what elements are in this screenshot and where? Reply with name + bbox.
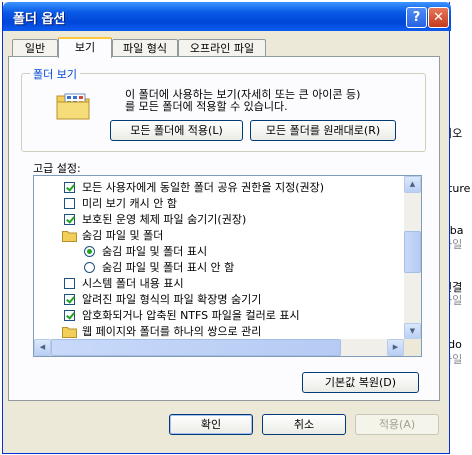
list-item-label: 미리 보기 캐시 안 함	[82, 197, 177, 210]
horizontal-scroll-thumb[interactable]	[51, 339, 341, 356]
description-line: 를 모든 폴더에 적용할 수 있습니다.	[125, 100, 288, 113]
folder-icon	[62, 231, 77, 242]
folder-view-icon	[56, 93, 90, 120]
checkbox[interactable]	[64, 182, 75, 193]
tab-offline-files[interactable]: 오프라인 파일	[178, 39, 266, 57]
checkbox[interactable]	[64, 278, 75, 289]
vertical-scroll-thumb[interactable]	[404, 231, 421, 273]
apply-to-all-folders-button[interactable]: 모든 폴더에 적용(L)	[110, 120, 243, 141]
list-group-label: 숨김 파일 및 폴더	[82, 229, 164, 242]
list-item-label: 시스템 폴더 내용 표시	[82, 277, 184, 290]
horizontal-scrollbar[interactable]: ◀ ▶	[34, 339, 404, 356]
list-group-label: 웹 페이지와 폴더를 하나의 쌍으로 관리	[82, 325, 262, 338]
list-item-label: 암호화되거나 압축된 NTFS 파일을 컬러로 표시	[82, 309, 300, 322]
folder-icon	[62, 327, 77, 338]
list-item-label: 알려진 파일 형식의 파일 확장명 숨기기	[82, 293, 262, 306]
advanced-settings-list[interactable]: 모든 사용자에게 동일한 폴더 공유 권한을 지정(권장) 미리 보기 캐시 안…	[33, 175, 422, 357]
list-item-label: 보호된 운영 체제 파일 숨기기(권장)	[82, 213, 247, 226]
ok-button[interactable]: 확인	[169, 414, 253, 435]
folder-view-group-label: 폴더 보기	[30, 66, 80, 82]
radio-button[interactable]	[84, 262, 95, 273]
scroll-down-button[interactable]: ▼	[404, 323, 421, 340]
tab-file-types[interactable]: 파일 형식	[112, 39, 178, 57]
list-item-label: 숨김 파일 및 폴더 표시	[102, 245, 208, 258]
restore-defaults-button[interactable]: 기본값 복원(D)	[302, 372, 419, 393]
close-button[interactable]: ✕	[428, 7, 449, 28]
tab-view[interactable]: 보기	[58, 37, 112, 58]
vertical-scrollbar[interactable]: ▲ ▼	[404, 176, 421, 340]
scroll-right-button[interactable]: ▶	[387, 339, 404, 356]
reset-all-folders-button[interactable]: 모든 폴더를 원래대로(R)	[250, 120, 396, 141]
window-title: 폴더 옵션	[13, 12, 66, 27]
scroll-up-button[interactable]: ▲	[404, 176, 421, 193]
scroll-corner	[404, 339, 421, 356]
checkbox[interactable]	[64, 198, 75, 209]
apply-button[interactable]: 적용(A)	[355, 414, 439, 435]
help-button[interactable]: ?	[406, 7, 427, 28]
cancel-button[interactable]: 취소	[262, 414, 346, 435]
scroll-left-button[interactable]: ◀	[34, 339, 51, 356]
advanced-settings-label: 고급 설정:	[33, 162, 81, 175]
list-item-label: 모든 사용자에게 동일한 폴더 공유 권한을 지정(권장)	[82, 181, 325, 194]
title-bar[interactable]: 폴더 옵션 ? ✕	[3, 2, 451, 31]
checkbox[interactable]	[64, 294, 75, 305]
checkbox[interactable]	[64, 310, 75, 321]
radio-button[interactable]	[84, 246, 95, 257]
tab-general[interactable]: 일반	[12, 39, 58, 57]
checkbox[interactable]	[64, 214, 75, 225]
list-item-label: 숨김 파일 및 폴더 표시 안 함	[102, 261, 235, 274]
folder-view-description: 이 폴더에 사용하는 보기(자세히 또는 큰 아이콘 등) 를 모든 폴더에 적…	[125, 89, 425, 113]
